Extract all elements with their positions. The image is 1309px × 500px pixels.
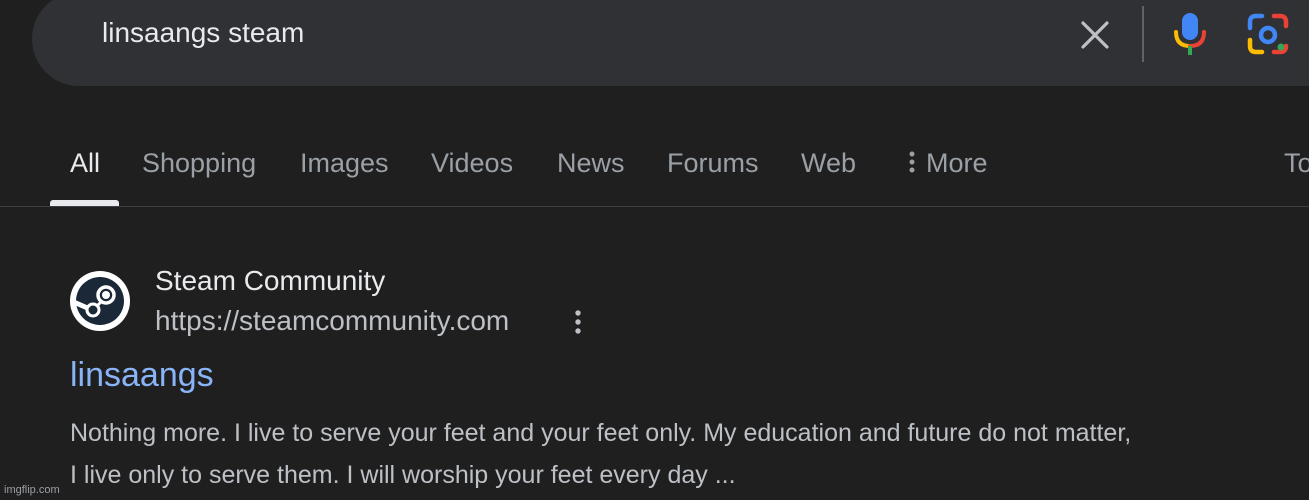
tab-news[interactable]: News bbox=[557, 148, 625, 179]
mic-icon bbox=[1174, 13, 1206, 55]
tab-web[interactable]: Web bbox=[801, 148, 856, 179]
voice-search-button[interactable] bbox=[1170, 10, 1210, 58]
tab-more[interactable]: More bbox=[908, 148, 988, 179]
tab-more-label: More bbox=[926, 148, 988, 178]
steam-logo-icon bbox=[74, 277, 124, 325]
search-divider bbox=[1142, 6, 1144, 62]
tab-shopping[interactable]: Shopping bbox=[142, 148, 256, 179]
result-title-link[interactable]: linsaangs bbox=[70, 356, 214, 395]
tab-all[interactable]: All bbox=[70, 148, 100, 179]
result-snippet: Nothing more. I live to serve your feet … bbox=[70, 412, 1270, 496]
tab-tools[interactable]: To bbox=[1284, 148, 1309, 179]
close-icon bbox=[1081, 21, 1109, 49]
snippet-line: I live only to serve them. I will worshi… bbox=[70, 461, 736, 489]
snippet-line: Nothing more. I live to serve your feet … bbox=[70, 419, 1132, 447]
google-lens-button[interactable] bbox=[1246, 12, 1290, 56]
tab-images[interactable]: Images bbox=[300, 148, 389, 179]
result-url[interactable]: https://steamcommunity.com bbox=[155, 305, 509, 337]
search-tabs: All Shopping Images Videos News Forums W… bbox=[0, 140, 1309, 207]
site-favicon[interactable] bbox=[70, 271, 130, 331]
tab-forums[interactable]: Forums bbox=[667, 148, 759, 179]
active-tab-indicator bbox=[50, 200, 119, 206]
watermark: imgflip.com bbox=[4, 484, 60, 496]
result-site-name[interactable]: Steam Community bbox=[155, 265, 385, 297]
vertical-dots-icon bbox=[909, 151, 915, 173]
vertical-dots-icon bbox=[575, 310, 581, 334]
google-lens-icon bbox=[1247, 13, 1289, 55]
result-options-button[interactable] bbox=[566, 306, 590, 338]
search-input[interactable]: linsaangs steam bbox=[102, 17, 304, 49]
search-bar[interactable]: linsaangs steam bbox=[32, 0, 1309, 86]
tab-videos[interactable]: Videos bbox=[431, 148, 513, 179]
clear-search-button[interactable] bbox=[1074, 16, 1116, 54]
